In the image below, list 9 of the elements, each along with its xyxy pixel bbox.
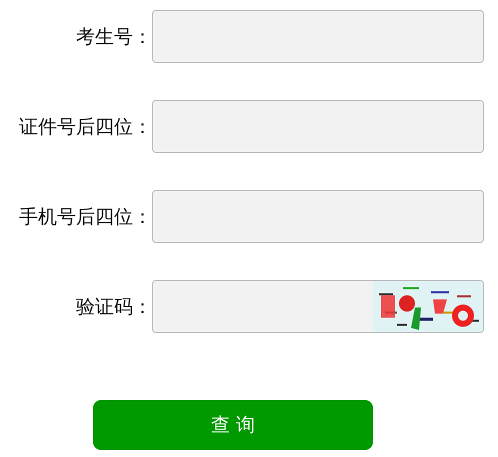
input-field[interactable] [152,280,484,333]
query-button[interactable]: 查 询 [93,400,373,450]
field-label: 证件号后四位： [18,114,152,140]
input-field[interactable] [152,100,484,153]
field-label: 验证码： [75,294,152,320]
input-field[interactable] [152,10,484,63]
input-field[interactable] [152,190,484,243]
field-label: 考生号： [75,24,152,50]
field-label: 手机号后四位： [18,204,152,230]
